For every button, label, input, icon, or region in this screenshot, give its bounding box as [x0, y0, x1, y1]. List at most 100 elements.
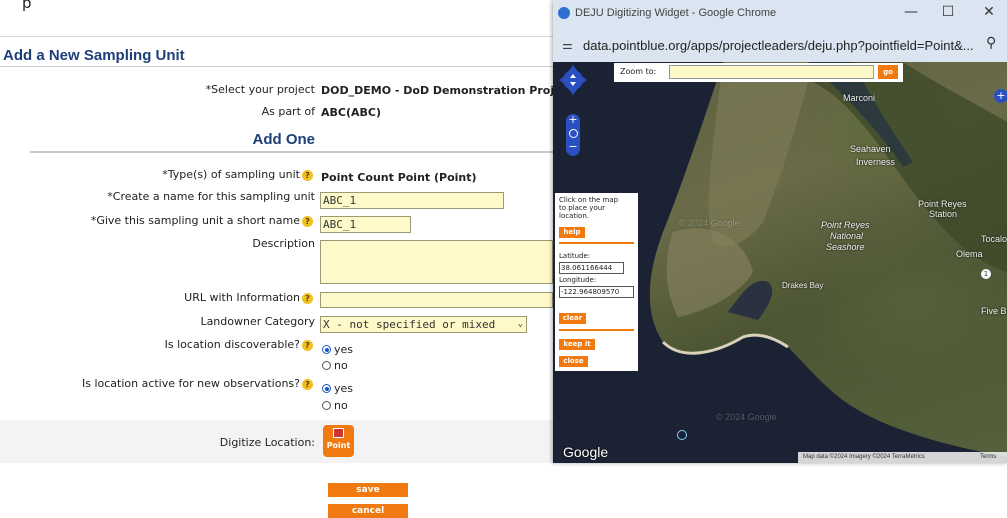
- longitude-label: Longitude:: [559, 276, 597, 284]
- discoverable-yes-option[interactable]: yes: [322, 343, 353, 356]
- map-label-station: Station: [929, 209, 958, 219]
- chevron-down-icon: ⌄: [517, 319, 523, 329]
- site-settings-icon[interactable]: ⚌: [562, 38, 573, 52]
- map-attribution-bar: Map data ©2024 Imagery ©2024 TerraMetric…: [798, 452, 1007, 463]
- short-name-label: *Give this sampling unit a short name: [90, 214, 300, 227]
- discoverable-label: Is location discoverable?: [164, 338, 300, 351]
- url-row-label: URL with Information?: [184, 291, 313, 304]
- longitude-field[interactable]: -122.964809570: [559, 286, 634, 298]
- map-label-olema: Olema: [956, 249, 983, 259]
- window-titlebar[interactable]: DEJU Digitizing Widget - Google Chrome —…: [553, 0, 1007, 30]
- url-input[interactable]: [320, 292, 553, 308]
- type-label: *Type(s) of sampling unit: [162, 168, 300, 181]
- project-label: *Select your project: [205, 83, 315, 96]
- zoom-magnifier-icon[interactable]: ⚲: [986, 35, 996, 51]
- chrome-app-icon: [558, 7, 570, 19]
- discoverable-no-option[interactable]: no: [322, 359, 348, 372]
- landowner-select[interactable]: X - not specified or mixed ⌄: [320, 316, 527, 333]
- name-label: *Create a name for this sampling unit: [107, 190, 315, 203]
- close-button[interactable]: close: [559, 356, 588, 367]
- type-row-label: *Type(s) of sampling unit?: [162, 168, 313, 181]
- maximize-icon[interactable]: ☐: [938, 4, 958, 20]
- help-icon[interactable]: ?: [302, 292, 313, 304]
- window-title: DEJU Digitizing Widget - Google Chrome: [575, 7, 777, 19]
- active-label: Is location active for new observations?: [81, 377, 300, 390]
- title-divider: [0, 66, 553, 67]
- name-input[interactable]: [320, 192, 504, 209]
- save-button[interactable]: save: [328, 483, 408, 497]
- radio-label: no: [334, 399, 348, 412]
- globe-icon[interactable]: [568, 129, 578, 138]
- page-top-text: p: [22, 0, 32, 12]
- help-icon[interactable]: ?: [302, 339, 313, 351]
- expand-layers-icon[interactable]: +: [994, 89, 1007, 103]
- section-divider: [30, 151, 553, 153]
- google-logo: Google: [563, 444, 609, 460]
- map-label-marconi: Marconi: [843, 93, 876, 103]
- address-url[interactable]: data.pointblue.org/apps/projectleaders/d…: [583, 38, 974, 53]
- zoom-control[interactable]: + −: [566, 114, 580, 156]
- map-attribution: Map data ©2024 Imagery ©2024 TerraMetric…: [803, 454, 925, 460]
- digitize-label: Digitize Location:: [219, 436, 315, 449]
- short-name-row-label: *Give this sampling unit a short name?: [91, 214, 313, 227]
- radio-label: no: [334, 359, 348, 372]
- page-title: Add a New Sampling Unit: [3, 47, 185, 64]
- active-no-option[interactable]: no: [322, 399, 348, 412]
- landowner-label: Landowner Category: [200, 315, 315, 328]
- short-name-input[interactable]: [320, 216, 411, 233]
- active-row-label: Is location active for new observations?…: [82, 377, 313, 390]
- map-label-five-br: Five Br: [981, 306, 1007, 316]
- zoom-out-icon[interactable]: −: [566, 141, 580, 153]
- keep-it-button[interactable]: keep it: [559, 339, 595, 350]
- header-divider: [0, 36, 553, 37]
- terms-link[interactable]: Terms: [980, 454, 996, 460]
- address-bar[interactable]: ⚌ data.pointblue.org/apps/projectleaders…: [553, 30, 1007, 62]
- digitizing-popup-window: DEJU Digitizing Widget - Google Chrome —…: [553, 0, 1007, 463]
- part-of-value: ABC(ABC): [321, 106, 381, 119]
- location-side-panel: Click on the map to place your location.…: [555, 193, 638, 371]
- description-label: Description: [252, 237, 315, 250]
- map-label-tocalo: Tocalo: [981, 234, 1007, 244]
- panel-divider: [559, 242, 634, 244]
- map-watermark: © 2024 Google: [679, 218, 740, 228]
- point-button-label: Point: [326, 441, 351, 450]
- close-icon[interactable]: ✕: [979, 4, 999, 20]
- help-icon[interactable]: ?: [302, 378, 313, 390]
- discoverable-row-label: Is location discoverable??: [165, 338, 313, 351]
- landowner-value: X - not specified or mixed: [323, 318, 496, 331]
- latitude-label: Latitude:: [559, 252, 591, 260]
- point-digitize-button[interactable]: Point: [323, 425, 354, 457]
- minimize-icon[interactable]: —: [901, 4, 921, 20]
- pan-control-icon[interactable]: [559, 65, 587, 95]
- project-value[interactable]: DOD_DEMO - DoD Demonstration Proje: [321, 84, 562, 97]
- type-value: Point Count Point (Point): [321, 171, 477, 184]
- radio-unselected-icon[interactable]: [322, 401, 331, 410]
- radio-selected-icon[interactable]: [322, 345, 331, 354]
- help-icon[interactable]: ?: [302, 215, 313, 227]
- edit-map-icon: [333, 428, 344, 438]
- panel-divider: [559, 329, 634, 331]
- zoom-to-input[interactable]: [669, 65, 874, 79]
- zoom-in-icon[interactable]: +: [566, 114, 580, 126]
- map-label-point-reyes: Point Reyes: [821, 220, 870, 230]
- latitude-field[interactable]: 38.061166444: [559, 262, 624, 274]
- zoom-to-label: Zoom to:: [620, 67, 657, 76]
- instruction-text: Click on the map to place your location.: [559, 196, 619, 220]
- map-label-seashore: Seashore: [826, 242, 865, 252]
- radio-unselected-icon[interactable]: [322, 361, 331, 370]
- active-yes-option[interactable]: yes: [322, 382, 353, 395]
- location-marker-icon[interactable]: [677, 430, 687, 440]
- help-icon[interactable]: ?: [302, 169, 313, 181]
- clear-button[interactable]: clear: [559, 313, 586, 324]
- map-label-drakes-bay: Drakes Bay: [782, 281, 824, 290]
- map-label-inverness: Inverness: [856, 157, 896, 167]
- map-label-point-reyes-station: Point Reyes: [918, 199, 967, 209]
- section-title: Add One: [252, 131, 316, 148]
- description-textarea[interactable]: [320, 240, 553, 284]
- help-button[interactable]: help: [559, 227, 585, 238]
- go-button[interactable]: go: [878, 65, 898, 79]
- map-watermark: © 2024 Google: [716, 412, 777, 422]
- map-label-national: National: [830, 231, 864, 241]
- radio-selected-icon[interactable]: [322, 384, 331, 393]
- part-of-label: As part of: [261, 105, 315, 118]
